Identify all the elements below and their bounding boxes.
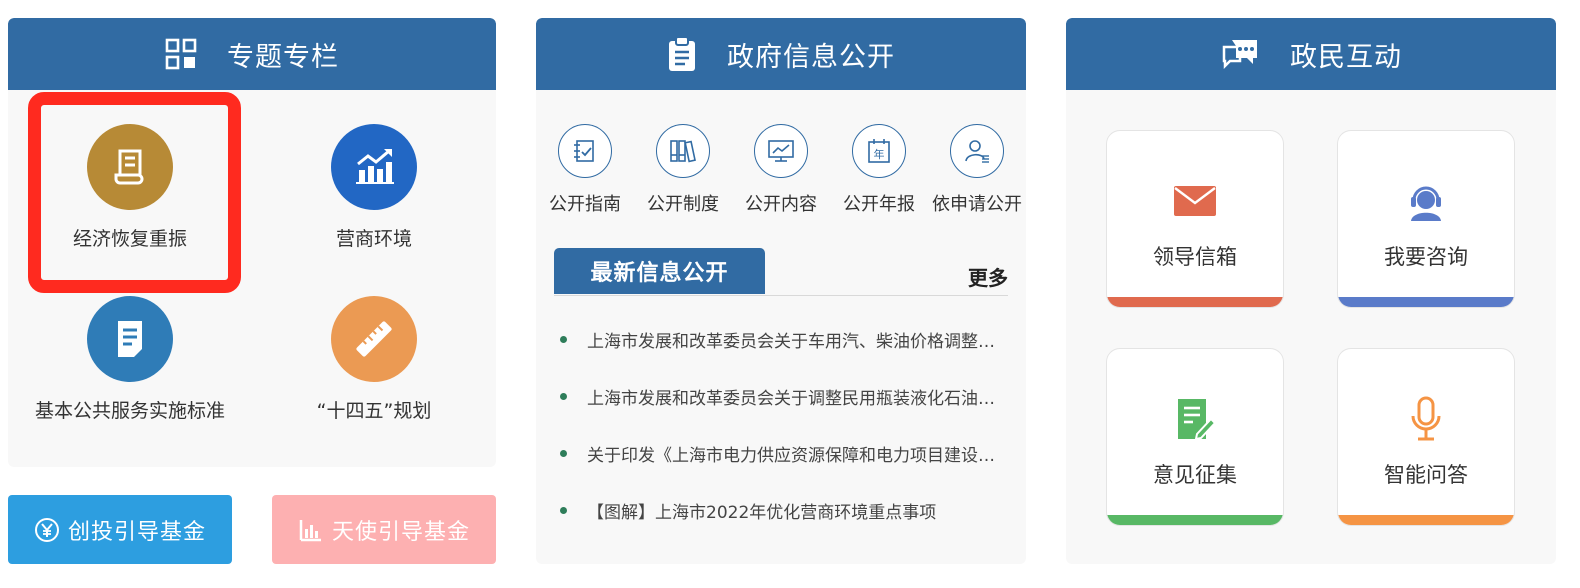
card-leader-mailbox[interactable]: 领导信箱 <box>1106 130 1284 308</box>
gov-item-label: 公开指南 <box>549 194 621 215</box>
more-link[interactable]: 更多 <box>968 262 1008 291</box>
news-title: 上海市发展和改革委员会关于调整民用瓶装液化石油气价格的通知 <box>587 389 1001 409</box>
venture-fund-label: 创投引导基金 <box>67 519 206 545</box>
topic-label: 营商环境 <box>335 228 412 250</box>
card-label: 领导信箱 <box>1153 245 1237 269</box>
microphone-icon <box>1338 396 1514 441</box>
news-item[interactable]: 上海市发展和改革委员会关于车用汽、柴油价格调整的通知 <box>556 327 1006 384</box>
card-accent-bar <box>1338 515 1514 525</box>
card-accent-bar <box>1107 515 1283 525</box>
grid-icon <box>165 38 197 70</box>
selection-highlight <box>28 92 241 293</box>
venture-fund-button[interactable]: 创投引导基金 <box>8 495 232 564</box>
gov-item-system[interactable]: 公开制度 <box>634 124 732 216</box>
interaction-panel: 政民互动 领导信箱 我要咨询 意见征集 智能问答 <box>1066 18 1556 564</box>
card-opinion-collection[interactable]: 意见征集 <box>1106 348 1284 526</box>
gov-item-content[interactable]: 公开内容 <box>732 124 830 216</box>
chart-growth-icon <box>331 124 417 210</box>
clipboard-icon <box>667 36 697 72</box>
card-accent-bar <box>1107 297 1283 307</box>
topic-five-year-plan[interactable]: “十四五”规划 <box>254 296 494 423</box>
special-topics-panel: 专题专栏 经济恢复重振 营商环境 基本公共服务实施标准 “十四五”规划 <box>8 18 496 467</box>
card-label: 意见征集 <box>1153 463 1237 487</box>
card-smart-qa[interactable]: 智能问答 <box>1337 348 1515 526</box>
bullet-icon <box>560 336 567 343</box>
special-topics-title: 专题专栏 <box>227 41 339 73</box>
yen-coin-icon <box>34 517 60 543</box>
gov-info-panel: 政府信息公开 公开指南 公开制度 公开内容 年 公开年报 依申请公开 最新信息公… <box>536 18 1026 564</box>
headset-agent-icon <box>1338 181 1514 221</box>
gov-item-label: 公开年报 <box>843 194 915 215</box>
bullet-icon <box>560 393 567 400</box>
user-list-icon <box>950 124 1004 178</box>
topic-business-environment[interactable]: 营商环境 <box>254 124 494 251</box>
gov-item-label: 公开制度 <box>647 194 719 215</box>
svg-text:年: 年 <box>874 147 885 161</box>
interaction-header: 政民互动 <box>1066 18 1556 90</box>
gov-item-guide[interactable]: 公开指南 <box>536 124 634 216</box>
gov-item-label: 依申请公开 <box>932 194 1022 215</box>
topic-public-service-standard[interactable]: 基本公共服务实施标准 <box>10 296 250 423</box>
document-icon <box>87 296 173 382</box>
ruler-pencil-icon <box>331 296 417 382</box>
guide-icon <box>558 124 612 178</box>
news-item[interactable]: 【图解】上海市2022年优化营商环境重点事项 <box>556 498 1006 555</box>
angel-fund-label: 天使引导基金 <box>331 519 470 545</box>
news-title: 关于印发《上海市电力供应资源保障和电力项目建设方案》的通知 <box>587 446 1001 466</box>
interaction-title: 政民互动 <box>1290 41 1402 73</box>
chat-bubbles-icon <box>1220 37 1260 71</box>
news-divider <box>554 295 1008 296</box>
bullet-icon <box>560 507 567 514</box>
news-list: 上海市发展和改革委员会关于车用汽、柴油价格调整的通知 上海市发展和改革委员会关于… <box>556 327 1006 555</box>
monitor-chart-icon <box>754 124 808 178</box>
topic-label: 基本公共服务实施标准 <box>34 400 225 422</box>
angel-fund-button[interactable]: 天使引导基金 <box>272 495 496 564</box>
gov-item-label: 公开内容 <box>745 194 817 215</box>
gov-info-header: 政府信息公开 <box>536 18 1026 90</box>
binders-icon <box>656 124 710 178</box>
card-label: 智能问答 <box>1384 463 1468 487</box>
news-item[interactable]: 关于印发《上海市电力供应资源保障和电力项目建设方案》的通知 <box>556 441 1006 498</box>
news-title: 【图解】上海市2022年优化营商环境重点事项 <box>587 503 937 523</box>
card-accent-bar <box>1338 297 1514 307</box>
bar-chart-icon <box>298 517 324 543</box>
bullet-icon <box>560 450 567 457</box>
gov-info-title: 政府信息公开 <box>727 41 895 73</box>
gov-item-annual-report[interactable]: 年 公开年报 <box>830 124 928 216</box>
calendar-year-icon: 年 <box>852 124 906 178</box>
card-consult[interactable]: 我要咨询 <box>1337 130 1515 308</box>
topic-label: “十四五”规划 <box>316 400 432 422</box>
gov-item-by-request[interactable]: 依申请公开 <box>928 124 1026 216</box>
feedback-form-icon <box>1107 399 1283 441</box>
special-topics-header: 专题专栏 <box>8 18 496 90</box>
card-label: 我要咨询 <box>1384 245 1468 269</box>
news-item[interactable]: 上海市发展和改革委员会关于调整民用瓶装液化石油气价格的通知 <box>556 384 1006 441</box>
news-title: 上海市发展和改革委员会关于车用汽、柴油价格调整的通知 <box>587 332 1001 352</box>
mail-icon <box>1107 181 1283 221</box>
latest-info-tab[interactable]: 最新信息公开 <box>554 248 765 294</box>
